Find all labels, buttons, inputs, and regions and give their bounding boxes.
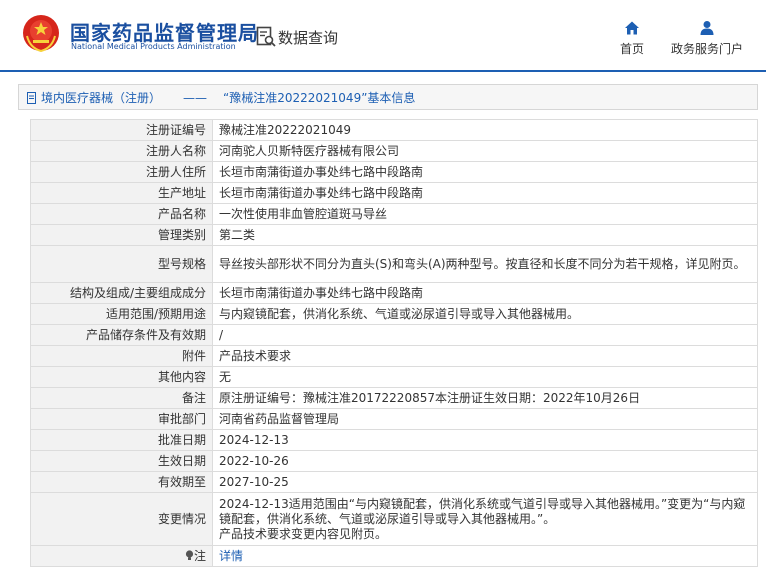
field-label: 注册证编号 — [30, 119, 213, 141]
field-label: 变更情况 — [30, 492, 213, 546]
field-label: 结构及组成/主要组成成分 — [30, 282, 213, 304]
data-query-label: 数据查询 — [278, 29, 339, 47]
field-value: 2024-12-13 — [212, 429, 758, 451]
field-label: 审批部门 — [30, 408, 213, 430]
table-row: 型号规格 导丝按头部形状不同分为直头(S)和弯头(A)两种型号。按直径和长度不同分… — [30, 245, 758, 283]
field-label: 产品储存条件及有效期 — [30, 324, 213, 346]
nav-home-label: 首页 — [619, 42, 644, 56]
field-label: 管理类别 — [30, 224, 213, 246]
field-value: / — [212, 324, 758, 346]
table-row: 有效期至 2027-10-25 — [30, 471, 758, 493]
bulb-icon — [185, 549, 194, 560]
site-header: 国家药品监督管理局 National Medical Products Admi… — [0, 0, 766, 72]
table-row: 结构及组成/主要组成成分 长垣市南蒲街道办事处纬七路中段路南 — [30, 282, 758, 304]
field-label: 生产地址 — [30, 182, 213, 204]
field-label-note: 注 — [30, 545, 213, 567]
field-value: 无 — [212, 366, 758, 388]
table-row: 产品名称 一次性使用非血管腔道斑马导丝 — [30, 203, 758, 225]
table-row: 注 详情 — [30, 545, 758, 567]
nav-home[interactable]: 首页 — [614, 20, 650, 57]
table-row: 批准日期 2024-12-13 — [30, 429, 758, 451]
field-label: 附件 — [30, 345, 213, 367]
registration-info-table: 注册证编号 豫械注准20222021049 注册人名称 河南驼人贝斯特医疗器械有限公… — [30, 119, 758, 567]
field-label: 产品名称 — [30, 203, 213, 225]
table-row: 产品储存条件及有效期 / — [30, 324, 758, 346]
breadcrumb-category-link[interactable]: 境内医疗器械（注册） — [41, 85, 161, 111]
table-row: 其他内容无 — [30, 366, 758, 388]
person-icon — [700, 21, 714, 35]
table-row: 注册证编号 豫械注准20222021049 — [30, 119, 758, 141]
field-value: 2022-10-26 — [212, 450, 758, 472]
field-label: 生效日期 — [30, 450, 213, 472]
table-row: 管理类别 第二类 — [30, 224, 758, 246]
national-emblem-icon — [23, 15, 59, 53]
field-label: 注册人名称 — [30, 140, 213, 162]
field-value: 河南省药品监督管理局 — [212, 408, 758, 430]
field-value: 长垣市南蒲街道办事处纬七路中段路南 — [212, 182, 758, 204]
table-row: 注册人名称 河南驼人贝斯特医疗器械有限公司 — [30, 140, 758, 162]
field-value: 产品技术要求 — [212, 345, 758, 367]
table-row: 注册人住所 长垣市南蒲街道办事处纬七路中段路南 — [30, 161, 758, 183]
table-row: 审批部门 河南省药品监督管理局 — [30, 408, 758, 430]
breadcrumb-separator: —— — [183, 91, 207, 105]
field-value: 豫械注准20222021049 — [212, 119, 758, 141]
nav-gov-services-label: 政务服务门户 — [670, 42, 743, 56]
field-label: 有效期至 — [30, 471, 213, 493]
table-row: 生效日期 2022-10-26 — [30, 450, 758, 472]
breadcrumb: 境内医疗器械（注册） —— “豫械注准20222021049”基本信息 — [18, 84, 758, 110]
home-icon — [625, 21, 639, 35]
field-label: 适用范围/预期用途 — [30, 303, 213, 325]
field-value: 原注册证编号：豫械注准20172220857本注册证生效日期：2022年10月2… — [212, 387, 758, 409]
field-value: 长垣市南蒲街道办事处纬七路中段路南 — [212, 161, 758, 183]
field-label: 其他内容 — [30, 366, 213, 388]
details-link[interactable]: 详情 — [219, 549, 243, 563]
field-value: 2027-10-25 — [212, 471, 758, 493]
field-value: 第二类 — [212, 224, 758, 246]
nav-gov-services[interactable]: 政务服务门户 — [665, 20, 749, 57]
field-value: 2024-12-13适用范围由“与内窥镜配套，供消化系统或气道引导或导入其他器械… — [212, 492, 758, 546]
site-name-en: National Medical Products Administration — [71, 42, 236, 51]
table-row: 备注 原注册证编号：豫械注准20172220857本注册证生效日期：2022年10… — [30, 387, 758, 409]
field-label: 批准日期 — [30, 429, 213, 451]
field-label: 注册人住所 — [30, 161, 213, 183]
breadcrumb-title: “豫械注准20222021049”基本信息 — [223, 91, 416, 105]
document-search-icon — [256, 26, 276, 47]
field-value: 一次性使用非血管腔道斑马导丝 — [212, 203, 758, 225]
note-label: 注 — [193, 548, 206, 563]
field-value: 长垣市南蒲街道办事处纬七路中段路南 — [212, 282, 758, 304]
document-icon — [27, 92, 36, 104]
field-value: 河南驼人贝斯特医疗器械有限公司 — [212, 140, 758, 162]
table-row: 附件 产品技术要求 — [30, 345, 758, 367]
field-value: 导丝按头部形状不同分为直头(S)和弯头(A)两种型号。按直径和长度不同分为若干规… — [212, 245, 758, 283]
table-row: 适用范围/预期用途 与内窥镜配套，供消化系统、气道或泌尿道引导或导入其他器械用。 — [30, 303, 758, 325]
table-row: 变更情况 2024-12-13适用范围由“与内窥镜配套，供消化系统或气道引导或导入… — [30, 492, 758, 546]
table-row: 生产地址 长垣市南蒲街道办事处纬七路中段路南 — [30, 182, 758, 204]
field-label: 型号规格 — [30, 245, 213, 283]
field-value: 与内窥镜配套，供消化系统、气道或泌尿道引导或导入其他器械用。 — [212, 303, 758, 325]
field-label: 备注 — [30, 387, 213, 409]
